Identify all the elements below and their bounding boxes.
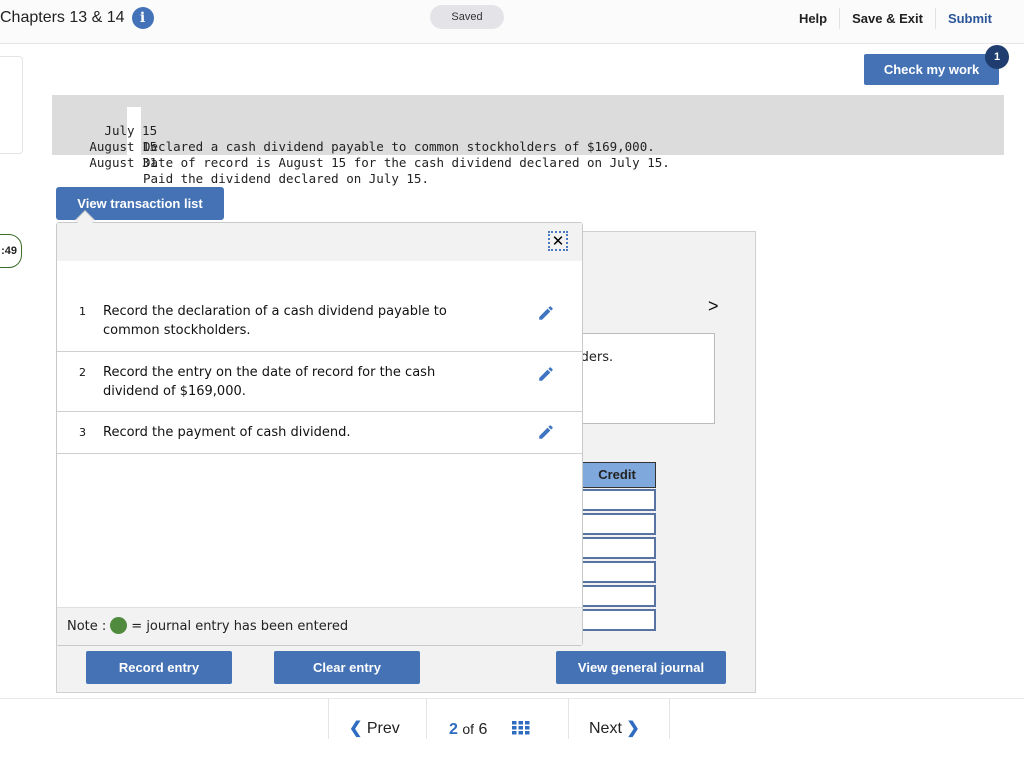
close-icon[interactable]: ✕ xyxy=(548,231,568,251)
current-page: 2 xyxy=(449,721,458,738)
problem-row: August 31 Paid the dividend declared on … xyxy=(52,139,429,186)
side-card xyxy=(0,56,23,154)
pencil-icon[interactable] xyxy=(537,365,555,383)
transaction-description: lders. xyxy=(572,333,715,424)
transaction-text: Record the payment of cash dividend. xyxy=(103,425,351,440)
transaction-text: Record the entry on the date of record f… xyxy=(103,365,436,399)
problem-text: Paid the dividend declared on July 15. xyxy=(143,171,429,186)
problem-row: July 15 Declared a cash dividend payable… xyxy=(52,107,654,154)
page-of: of xyxy=(462,721,475,737)
prev-label: Prev xyxy=(366,720,400,737)
transaction-item[interactable]: 1 Record the declaration of a cash divid… xyxy=(57,261,582,352)
next-button[interactable]: Next ❯ xyxy=(568,699,670,739)
submit-link[interactable]: Submit xyxy=(934,8,1004,29)
transaction-item[interactable]: 2 Record the entry on the date of record… xyxy=(57,352,582,412)
grid-icon[interactable] xyxy=(511,721,530,735)
page-indicator[interactable]: 2 of 6 xyxy=(426,699,568,739)
transaction-item[interactable]: 3 Record the payment of cash dividend. xyxy=(57,412,582,454)
credit-input[interactable] xyxy=(578,513,656,535)
info-icon[interactable]: i xyxy=(131,7,154,29)
problem-text: Declared a cash dividend payable to comm… xyxy=(143,139,655,154)
credit-input[interactable] xyxy=(578,585,656,607)
next-label: Next xyxy=(589,720,622,737)
prev-button[interactable]: ❮ Prev xyxy=(328,699,426,739)
credit-input[interactable] xyxy=(578,609,656,631)
transaction-number: 2 xyxy=(79,366,86,379)
top-bar: Chapters 13 & 14 i Saved Help Save & Exi… xyxy=(0,0,1024,44)
problem-row: August 15 Date of record is August 15 fo… xyxy=(52,123,669,170)
credit-input[interactable] xyxy=(578,489,656,511)
pencil-icon[interactable] xyxy=(537,423,555,441)
note-label: Note : xyxy=(67,619,107,634)
footer-pager-bar: ❮ Prev 2 of 6 Next ❯ xyxy=(0,698,1024,739)
credit-column-header: Credit xyxy=(578,462,656,488)
problem-text: Date of record is August 15 for the cash… xyxy=(143,155,670,170)
assignment-title: Chapters 13 & 14 i xyxy=(0,7,154,29)
credit-input[interactable] xyxy=(578,561,656,583)
pager: ❮ Prev 2 of 6 Next ❯ xyxy=(328,699,670,739)
chevron-left-icon: ❮ xyxy=(349,720,363,737)
problem-statement: July 15 Declared a cash dividend payable… xyxy=(52,95,1004,186)
transaction-number: 3 xyxy=(79,426,86,439)
entered-dot-icon xyxy=(110,617,128,634)
next-transaction-arrow[interactable]: > xyxy=(708,296,719,317)
chevron-right-icon: ❯ xyxy=(626,720,640,737)
transaction-number: 1 xyxy=(79,305,86,318)
problem-date: August 31 xyxy=(89,155,158,170)
timer: :49 xyxy=(0,234,22,268)
saved-status: Saved xyxy=(430,5,504,29)
total-pages: 6 xyxy=(478,721,488,738)
help-link[interactable]: Help xyxy=(787,8,839,29)
view-general-journal-button[interactable]: View general journal xyxy=(556,651,726,684)
record-entry-button[interactable]: Record entry xyxy=(86,651,232,684)
legend-note: Note : = journal entry has been entered xyxy=(57,607,582,645)
popup-header: ✕ xyxy=(57,223,582,261)
transaction-list-popup: ✕ 1 Record the declaration of a cash div… xyxy=(56,222,583,646)
check-my-work-button[interactable]: Check my work xyxy=(864,54,999,85)
note-text: = journal entry has been entered xyxy=(131,619,349,634)
save-exit-link[interactable]: Save & Exit xyxy=(839,8,935,29)
credit-input[interactable] xyxy=(578,537,656,559)
title-text: Chapters 13 & 14 xyxy=(0,9,125,26)
clear-entry-button[interactable]: Clear entry xyxy=(274,651,420,684)
transaction-text: Record the declaration of a cash dividen… xyxy=(103,304,447,338)
check-count-badge: 1 xyxy=(985,45,1009,69)
pencil-icon[interactable] xyxy=(537,304,555,322)
header-links: Help Save & Exit Submit xyxy=(787,8,1004,29)
